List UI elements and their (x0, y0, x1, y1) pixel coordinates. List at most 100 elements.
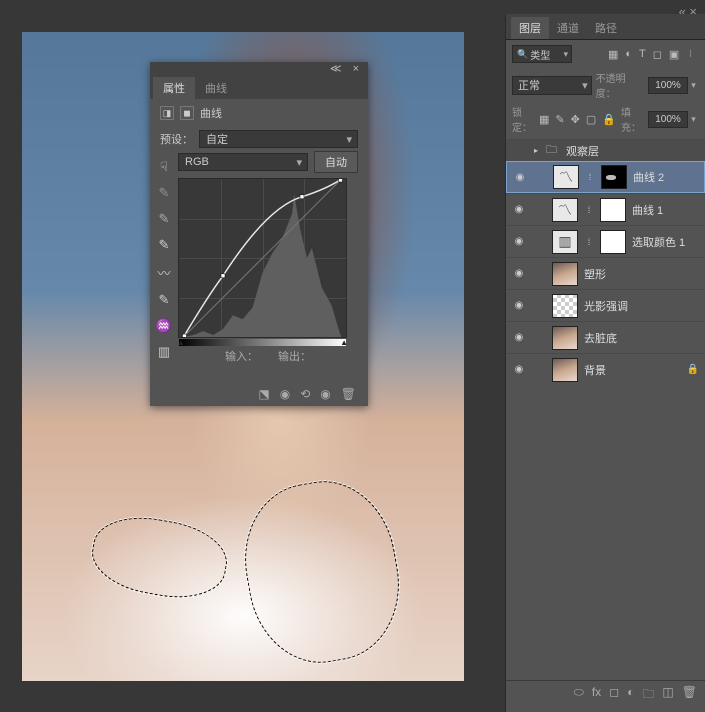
preset-select[interactable]: 自定 (199, 130, 358, 148)
mask-thumb[interactable] (600, 230, 626, 254)
link-icon[interactable]: ⁞ (584, 205, 594, 215)
histogram-toggle-icon[interactable]: ▥ (158, 344, 170, 360)
layer-name[interactable]: 观察层 (566, 143, 699, 159)
tab-channels[interactable]: 通道 (549, 17, 587, 39)
edit-curve-icon[interactable]: 〰 (157, 263, 170, 282)
view-previous-icon[interactable]: ◉ (280, 387, 290, 401)
layer-row-lightshadow[interactable]: ◉ 光影强调 (506, 289, 705, 321)
tab-paths[interactable]: 路径 (587, 17, 625, 39)
auto-button[interactable]: 自动 (314, 151, 358, 173)
fill-value[interactable]: 100% (648, 111, 688, 128)
layer-thumb[interactable] (552, 262, 578, 286)
fill-label: 填充： (621, 104, 643, 134)
delete-layer-icon[interactable]: 🗑 (682, 685, 697, 706)
input-label: 输入： (225, 348, 258, 364)
filter-shape-icon[interactable]: ◻ (653, 48, 662, 61)
channel-select[interactable]: RGB (178, 153, 308, 171)
layer-row-background[interactable]: ◉ 背景 🔒 (506, 353, 705, 385)
visibility-toggle[interactable]: ◉ (512, 332, 526, 343)
visibility-toggle[interactable]: ◉ (512, 268, 526, 279)
input-gradient[interactable]: ▲ ▲ (179, 339, 346, 346)
link-layers-icon[interactable]: ⬭ (574, 685, 584, 706)
layer-name[interactable]: 曲线 2 (633, 169, 698, 185)
filter-pixel-icon[interactable]: ▦ (608, 48, 618, 61)
fill-dropdown-icon[interactable]: ▾ (688, 114, 699, 125)
mask-thumb[interactable] (601, 165, 627, 189)
visibility-toggle[interactable]: ◉ (513, 172, 527, 183)
layer-thumb[interactable] (552, 326, 578, 350)
layer-name[interactable]: 光影强调 (584, 298, 699, 314)
adjustment-thumb[interactable]: ▥ (552, 230, 578, 254)
layer-name[interactable]: 选取颜色 1 (632, 234, 699, 250)
layer-name[interactable]: 背景 (584, 362, 681, 378)
layer-thumb[interactable] (552, 294, 578, 318)
group-expand-icon[interactable]: ▸ (534, 146, 538, 155)
selection-marquee-1 (87, 509, 233, 606)
close-icon[interactable]: × (353, 63, 363, 75)
minimize-icon[interactable]: ≪ (330, 63, 346, 75)
adjustment-thumb[interactable]: 〽 (552, 198, 578, 222)
reset-icon[interactable]: ⟲ (300, 387, 310, 401)
layers-panel: 图层 通道 路径 类型 ▦ ◐ T ◻ ▣ ⏽ 正常 不透明度： 100% ▾ … (505, 14, 705, 712)
white-sampler-icon[interactable]: ✎ (159, 185, 170, 201)
new-layer-icon[interactable]: ◫ (662, 685, 673, 706)
layer-name[interactable]: 塑形 (584, 266, 699, 282)
toggle-visibility-icon[interactable]: ◉ (320, 387, 330, 401)
filter-adjust-icon[interactable]: ◐ (625, 48, 632, 61)
curve-line (179, 179, 346, 337)
visibility-toggle[interactable]: ◉ (512, 236, 526, 247)
curves-mask-icon: ◼ (180, 106, 194, 120)
layers-list: ▸ 🗀 观察层 ◉ 〽 ⁞ 曲线 2 ◉ 〽 ⁞ 曲线 1 ◉ ▥ ⁞ 选取颜色 (506, 139, 705, 385)
gray-sampler-icon[interactable]: ✎ (159, 211, 170, 227)
lock-artboard-icon[interactable]: ▢ (586, 113, 596, 126)
lock-pixels-icon[interactable]: ✎ (555, 113, 564, 126)
lock-position-icon[interactable]: ✥ (571, 113, 580, 126)
filter-type-icon[interactable]: T (639, 48, 646, 61)
layer-name[interactable]: 去脏底 (584, 330, 699, 346)
hand-tool-icon[interactable]: ☟ (160, 159, 168, 175)
opacity-dropdown-icon[interactable]: ▾ (688, 80, 699, 91)
mask-thumb[interactable] (600, 198, 626, 222)
layer-row-selectivecolor[interactable]: ◉ ▥ ⁞ 选取颜色 1 (506, 225, 705, 257)
layer-row-curves1[interactable]: ◉ 〽 ⁞ 曲线 1 (506, 193, 705, 225)
curves-adjust-icon: ◨ (160, 106, 174, 120)
lock-label: 锁定： (512, 104, 534, 134)
adjustment-title: 曲线 (200, 105, 222, 121)
blend-mode-select[interactable]: 正常 (512, 76, 592, 95)
tab-layers[interactable]: 图层 (511, 17, 549, 39)
visibility-toggle[interactable]: ◉ (512, 204, 526, 215)
curves-graph[interactable]: ▲ ▲ (178, 178, 347, 338)
layer-name[interactable]: 曲线 1 (632, 202, 699, 218)
layer-row-shape[interactable]: ◉ 塑形 (506, 257, 705, 289)
new-group-icon[interactable]: 🗀 (642, 685, 654, 706)
preset-label: 预设： (160, 131, 193, 147)
output-label: 输出： (278, 348, 311, 364)
black-sampler-icon[interactable]: ✎ (159, 237, 170, 253)
lock-all-icon[interactable]: 🔒 (602, 113, 616, 126)
filter-smart-icon[interactable]: ▣ (669, 48, 679, 61)
layer-row-cleanup[interactable]: ◉ 去脏底 (506, 321, 705, 353)
tab-curves-extra[interactable]: 曲线 (195, 77, 237, 99)
folder-icon: 🗀 (546, 141, 557, 160)
add-adjustment-icon[interactable]: ◐ (627, 685, 634, 706)
layer-row-curves2[interactable]: ◉ 〽 ⁞ 曲线 2 (506, 161, 705, 193)
layer-thumb[interactable] (552, 358, 578, 382)
add-mask-icon[interactable]: ◻ (609, 685, 619, 706)
layer-row-group[interactable]: ▸ 🗀 观察层 (506, 139, 705, 161)
tab-properties[interactable]: 属性 (153, 77, 195, 99)
lock-transparency-icon[interactable]: ▦ (539, 113, 549, 126)
filter-kind-select[interactable]: 类型 (512, 45, 572, 63)
filter-toggle-icon[interactable]: ⏽ (686, 48, 695, 61)
clip-to-layer-icon[interactable]: ⬔ (258, 387, 269, 401)
delete-adjustment-icon[interactable]: 🗑 (341, 387, 356, 401)
layer-fx-icon[interactable]: fx (592, 685, 601, 706)
opacity-value[interactable]: 100% (648, 77, 688, 94)
smooth-icon[interactable]: ♒ (156, 318, 172, 334)
properties-panel-header[interactable]: ≪ × (150, 62, 368, 75)
draw-curve-icon[interactable]: ✎ (159, 292, 170, 308)
visibility-toggle[interactable]: ◉ (512, 364, 526, 375)
link-icon[interactable]: ⁞ (585, 172, 595, 182)
visibility-toggle[interactable]: ◉ (512, 300, 526, 311)
adjustment-thumb[interactable]: 〽 (553, 165, 579, 189)
link-icon[interactable]: ⁞ (584, 237, 594, 247)
